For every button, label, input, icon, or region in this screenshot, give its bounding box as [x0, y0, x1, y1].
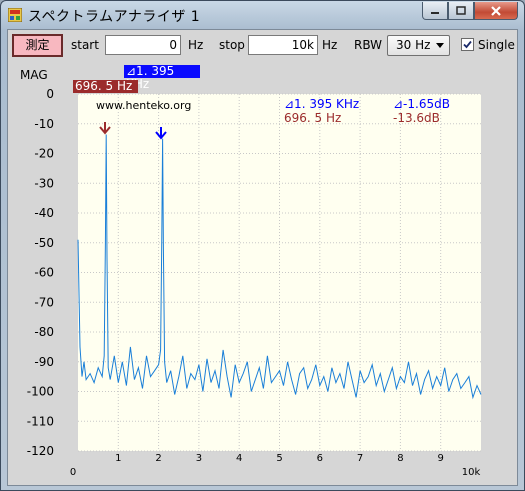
y-tick-label: -40 — [34, 206, 54, 220]
minimize-button[interactable] — [422, 2, 448, 20]
x-tick-label: 4 — [236, 453, 242, 464]
window-controls — [422, 2, 518, 20]
spectrum-plot[interactable]: MAG 0 -10 -20 -30 -40 -50 -60 -70 -80 -90 -100 -110… — [8, 30, 517, 485]
maximize-icon — [456, 6, 466, 15]
minimize-icon — [431, 11, 439, 14]
x-tick-label: 1 — [115, 453, 121, 464]
x-tick-label: 0 — [70, 467, 76, 478]
close-icon — [491, 5, 501, 16]
y-tick-label: -50 — [34, 236, 54, 250]
red-marker-freq: 696. 5 Hz — [284, 111, 341, 125]
blue-marker-level: ⊿-1.65dB — [393, 97, 450, 111]
y-tick-label: -80 — [34, 325, 54, 339]
window-title: スペクトラムアナライザ 1 — [28, 9, 201, 25]
y-tick-label: -120 — [27, 444, 54, 458]
y-tick-label: -20 — [34, 147, 54, 161]
y-axis-label: MAG — [20, 68, 48, 82]
x-tick-label: 8 — [397, 453, 403, 464]
x-tick-label: 2 — [155, 453, 161, 464]
maximize-button[interactable] — [448, 2, 474, 20]
y-tick-label: -110 — [27, 414, 54, 428]
x-tick-label: 6 — [317, 453, 323, 464]
x-tick-label: 3 — [196, 453, 202, 464]
close-button[interactable] — [474, 2, 518, 20]
y-tick-label: -70 — [34, 295, 54, 309]
y-tick-label: -90 — [34, 355, 54, 369]
spectrum-analyzer-window: スペクトラムアナライザ 1 測定 start 0 Hz stop 10k Hz … — [0, 0, 525, 491]
y-tick-label: -10 — [34, 117, 54, 131]
x-tick-label: 7 — [357, 453, 363, 464]
y-tick-label: -30 — [34, 176, 54, 190]
watermark: www.henteko.org — [96, 99, 191, 112]
app-icon — [8, 8, 22, 22]
x-tick-label: 9 — [438, 453, 444, 464]
x-tick-label: 5 — [276, 453, 282, 464]
x-tick-label: 10k — [462, 467, 481, 478]
y-tick-labels: 0 -10 -20 -30 -40 -50 -60 -70 -80 -90 -100 -110 -120 — [27, 87, 54, 458]
y-tick-label: -100 — [27, 385, 54, 399]
y-tick-label: -60 — [34, 266, 54, 280]
title-bar[interactable]: スペクトラムアナライザ 1 — [1, 1, 524, 29]
y-tick-label: 0 — [46, 87, 54, 101]
client-area: 測定 start 0 Hz stop 10k Hz RBW 30 Hz Sing… — [7, 29, 518, 486]
x-tick-labels: 0 1 2 3 4 5 6 7 8 9 10k — [70, 453, 481, 478]
red-marker-level: -13.6dB — [393, 111, 440, 125]
blue-marker-freq: ⊿1. 395 KHz — [284, 97, 359, 111]
